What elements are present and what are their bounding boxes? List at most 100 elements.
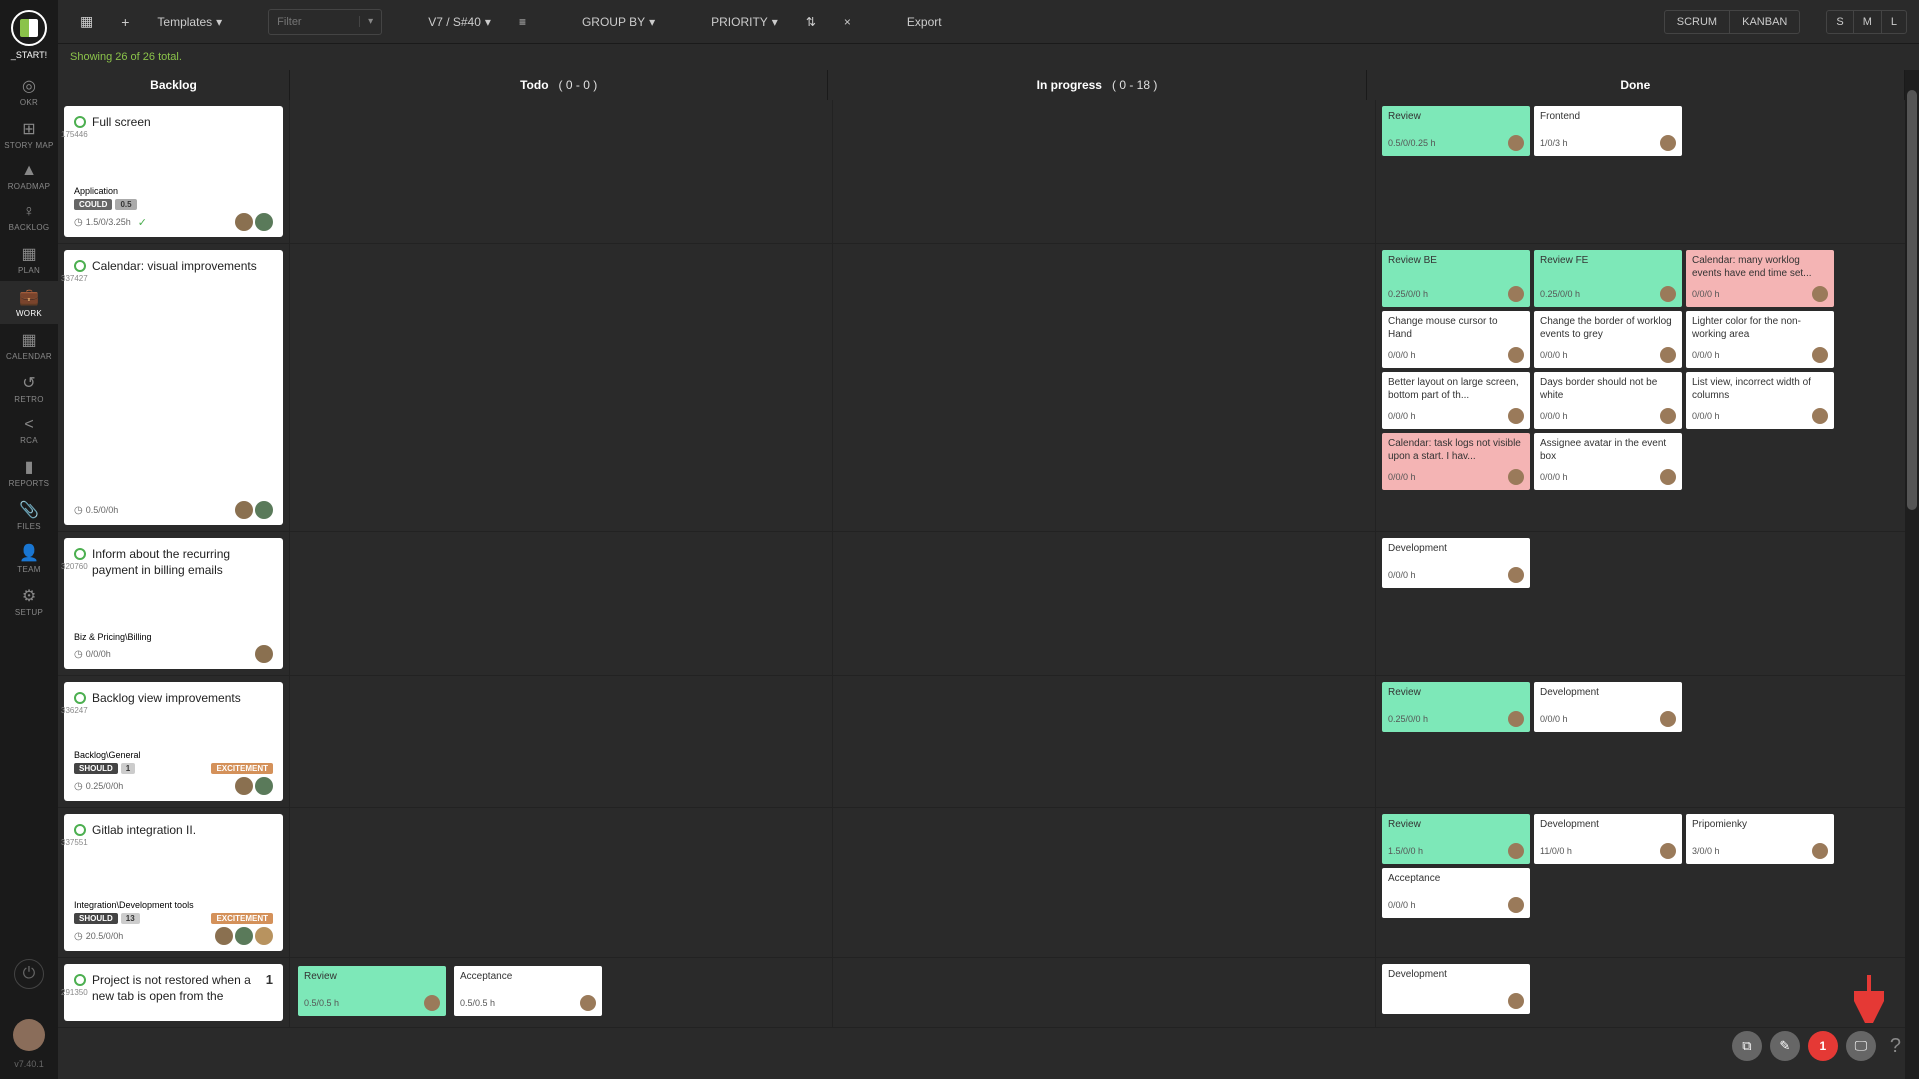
task-avatar[interactable] [1508, 135, 1524, 151]
task-avatar[interactable] [1508, 843, 1524, 859]
task-card[interactable]: Calendar: task logs not visible upon a s… [1382, 433, 1530, 490]
task-card[interactable]: Development0/0/0 h [1382, 538, 1530, 588]
backlog-card[interactable]: Gitlab integration II. 337551 Integratio… [64, 814, 283, 951]
layout-button[interactable]: ▦ [70, 7, 103, 36]
task-card[interactable]: Review BE0.25/0/0 h [1382, 250, 1530, 307]
nav-files[interactable]: 📎FILES [0, 494, 58, 537]
kanban-tab[interactable]: KANBAN [1729, 11, 1799, 33]
task-avatar[interactable] [1660, 286, 1676, 302]
assignee-avatar[interactable] [235, 777, 253, 795]
fab-copy[interactable]: ⧉ [1732, 1031, 1762, 1061]
app-logo[interactable] [11, 10, 47, 46]
assignee-avatar[interactable] [255, 777, 273, 795]
task-card[interactable]: Review FE0.25/0/0 h [1534, 250, 1682, 307]
backlog-card[interactable]: Project is not restored when a new tab i… [64, 964, 283, 1021]
nav-team[interactable]: 👤TEAM [0, 537, 58, 580]
task-card[interactable]: Days border should not be white0/0/0 h [1534, 372, 1682, 429]
task-card[interactable]: Calendar: many worklog events have end t… [1686, 250, 1834, 307]
sprint-selector[interactable]: V7 / S#40 ▾ [418, 9, 501, 35]
nav-rca[interactable]: <RCA [0, 410, 58, 451]
export-button[interactable]: Export [897, 9, 952, 35]
clear-sort[interactable]: × [834, 9, 861, 35]
task-avatar[interactable] [1812, 408, 1828, 424]
nav-reports[interactable]: ▮REPORTS [0, 451, 58, 494]
user-avatar[interactable] [13, 1019, 45, 1051]
add-button[interactable]: + [111, 8, 139, 36]
scrum-tab[interactable]: SCRUM [1665, 11, 1729, 33]
help-button[interactable]: ? [1890, 1035, 1901, 1058]
task-card[interactable]: Better layout on large screen, bottom pa… [1382, 372, 1530, 429]
size-s[interactable]: S [1827, 11, 1852, 33]
task-avatar[interactable] [1660, 843, 1676, 859]
task-avatar[interactable] [1508, 469, 1524, 485]
filter-dropdown[interactable]: ▾ [359, 16, 381, 27]
task-card[interactable]: Review0.5/0.5 h [298, 966, 446, 1016]
nav-setup[interactable]: ⚙SETUP [0, 580, 58, 623]
priority-dropdown[interactable]: PRIORITY ▾ [701, 9, 788, 35]
task-avatar[interactable] [424, 995, 440, 1011]
task-card[interactable]: Development0/0/0 h [1534, 682, 1682, 732]
assignee-avatar[interactable] [255, 501, 273, 519]
task-card[interactable]: Change mouse cursor to Hand0/0/0 h [1382, 311, 1530, 368]
nav-backlog[interactable]: ♀BACKLOG [0, 197, 58, 238]
task-avatar[interactable] [1508, 408, 1524, 424]
vertical-scrollbar[interactable] [1905, 70, 1919, 1079]
size-m[interactable]: M [1853, 11, 1881, 33]
sort-button[interactable]: ⇅ [796, 9, 826, 35]
nav-roadmap[interactable]: ▲ROADMAP [0, 156, 58, 197]
scroll-thumb[interactable] [1907, 90, 1917, 510]
task-card[interactable]: Acceptance0.5/0.5 h [454, 966, 602, 1016]
templates-dropdown[interactable]: Templates ▾ [147, 9, 232, 35]
task-avatar[interactable] [1660, 135, 1676, 151]
task-avatar[interactable] [1660, 469, 1676, 485]
assignee-avatar[interactable] [255, 213, 273, 231]
task-avatar[interactable] [1508, 711, 1524, 727]
task-card[interactable]: Development11/0/0 h [1534, 814, 1682, 864]
task-card[interactable]: Development [1382, 964, 1530, 1014]
assignee-avatar[interactable] [255, 927, 273, 945]
nav-work[interactable]: 💼WORK [0, 281, 58, 324]
power-button[interactable]: ⏻ [14, 959, 44, 989]
sprint-settings[interactable]: ≡ [509, 9, 536, 35]
groupby-dropdown[interactable]: GROUP BY ▾ [572, 9, 665, 35]
task-card[interactable]: List view, incorrect width of columns0/0… [1686, 372, 1834, 429]
fab-notification[interactable]: 1 [1808, 1031, 1838, 1061]
fab-present[interactable]: 🖵 [1846, 1031, 1876, 1061]
backlog-card[interactable]: Inform about the recurring payment in bi… [64, 538, 283, 669]
assignee-avatar[interactable] [235, 501, 253, 519]
task-avatar[interactable] [1508, 897, 1524, 913]
task-avatar[interactable] [1812, 286, 1828, 302]
task-avatar[interactable] [1508, 993, 1524, 1009]
assignee-avatar[interactable] [255, 645, 273, 663]
task-card[interactable]: Frontend1/0/3 h [1534, 106, 1682, 156]
nav-calendar[interactable]: ▦CALENDAR [0, 324, 58, 367]
task-card[interactable]: Review0.5/0/0.25 h [1382, 106, 1530, 156]
task-card[interactable]: Review0.25/0/0 h [1382, 682, 1530, 732]
assignee-avatar[interactable] [235, 213, 253, 231]
backlog-card[interactable]: Full screen 175446 Application COULD0.5 … [64, 106, 283, 237]
backlog-card[interactable]: Calendar: visual improvements 337427 0.5… [64, 250, 283, 525]
task-avatar[interactable] [1660, 711, 1676, 727]
nav-okr[interactable]: ◎OKR [0, 70, 58, 113]
assignee-avatar[interactable] [235, 927, 253, 945]
nav-storymap[interactable]: ⊞STORY MAP [0, 113, 58, 156]
task-avatar[interactable] [1812, 347, 1828, 363]
task-avatar[interactable] [1812, 843, 1828, 859]
task-avatar[interactable] [1660, 347, 1676, 363]
assignee-avatar[interactable] [215, 927, 233, 945]
fab-edit[interactable]: ✎ [1770, 1031, 1800, 1061]
task-card[interactable]: Review1.5/0/0 h [1382, 814, 1530, 864]
task-avatar[interactable] [1660, 408, 1676, 424]
task-card[interactable]: Pripomienky3/0/0 h [1686, 814, 1834, 864]
nav-plan[interactable]: ▦PLAN [0, 238, 58, 281]
filter-input[interactable] [269, 16, 359, 28]
task-avatar[interactable] [1508, 567, 1524, 583]
task-avatar[interactable] [1508, 347, 1524, 363]
backlog-card[interactable]: Backlog view improvements 336247 Backlog… [64, 682, 283, 801]
task-avatar[interactable] [1508, 286, 1524, 302]
task-card[interactable]: Acceptance0/0/0 h [1382, 868, 1530, 918]
task-avatar[interactable] [580, 995, 596, 1011]
task-card[interactable]: Lighter color for the non-working area0/… [1686, 311, 1834, 368]
nav-retro[interactable]: ↺RETRO [0, 367, 58, 410]
size-l[interactable]: L [1881, 11, 1906, 33]
